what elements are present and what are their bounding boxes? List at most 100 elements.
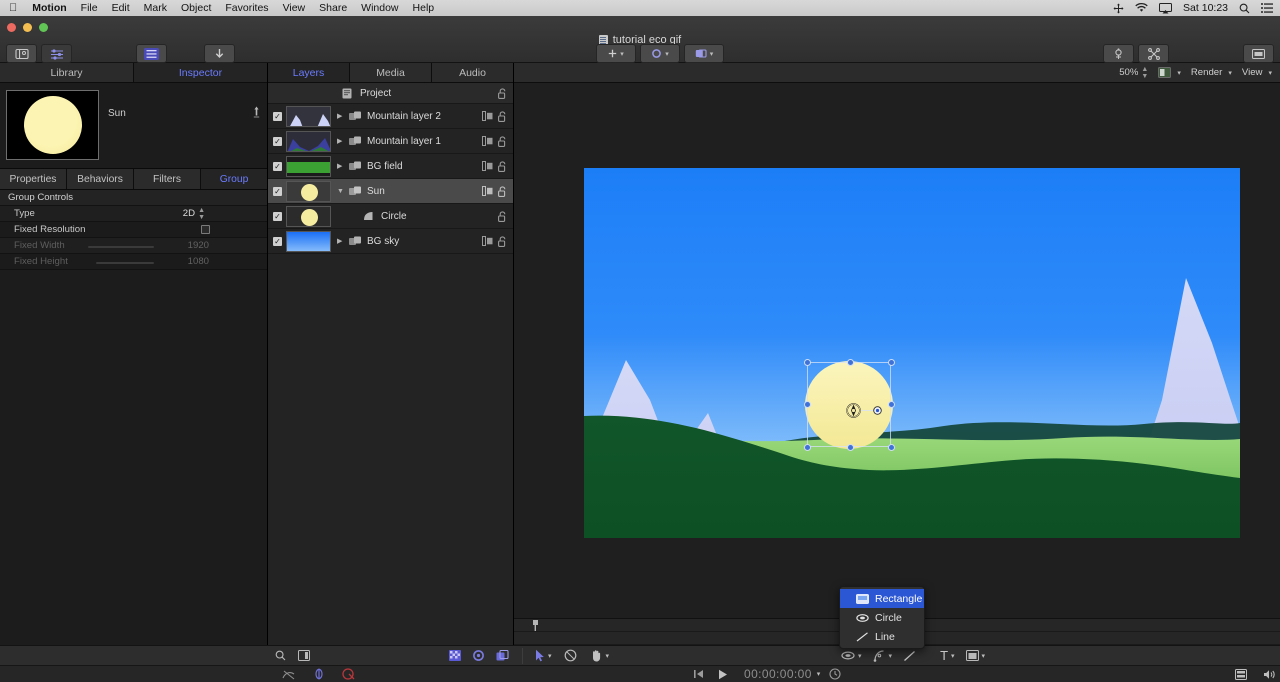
hud-button[interactable]: HUD: [1243, 44, 1274, 103]
layer-row-mountain-layer-2[interactable]: ✓ ▶ Mountain layer 2: [268, 104, 513, 129]
view-menu[interactable]: View ▾: [1242, 67, 1272, 78]
menu-clock[interactable]: Sat 10:23: [1183, 2, 1228, 14]
zoom-level-control[interactable]: 50% ▲ ▼: [1119, 66, 1148, 80]
search-icon[interactable]: [1239, 3, 1250, 14]
dropzone-icon[interactable]: [482, 136, 493, 146]
filters-button[interactable]: ▾ Filters: [684, 44, 724, 103]
no-preview-icon[interactable]: [282, 669, 296, 680]
pin-icon[interactable]: [252, 106, 261, 120]
control-center-icon[interactable]: [1261, 3, 1273, 13]
add-object-button[interactable]: ▾ Add Object: [596, 44, 638, 103]
chevron-down-icon[interactable]: ▾: [1177, 69, 1181, 77]
chevron-down-icon[interactable]: ▾: [548, 652, 552, 660]
lock-open-icon[interactable]: [498, 235, 507, 247]
chevron-down-icon[interactable]: ▾: [951, 652, 955, 660]
chevron-down-icon[interactable]: ▾: [1228, 69, 1232, 77]
dropzone-icon[interactable]: [482, 111, 493, 121]
lock-open-icon[interactable]: [498, 185, 507, 197]
menu-window[interactable]: Window: [354, 0, 405, 16]
tab-group[interactable]: Group: [201, 169, 267, 189]
property-row-fixed-resolution[interactable]: Fixed Resolution: [0, 222, 267, 238]
disclosure-triangle-icon[interactable]: ▶: [337, 112, 349, 120]
mask-ellipse-icon[interactable]: [841, 650, 855, 661]
bezier-pen-icon[interactable]: [873, 649, 886, 662]
apple-logo-icon[interactable]: : [0, 2, 25, 14]
close-window-button[interactable]: [7, 23, 16, 32]
resize-handle-bottom-left[interactable]: [804, 444, 811, 451]
lock-open-icon[interactable]: [498, 160, 507, 172]
chevron-down-icon[interactable]: ▾: [1268, 69, 1272, 77]
channel-swatch-button[interactable]: ▾: [1158, 67, 1181, 78]
anchor-point-icon[interactable]: [846, 403, 861, 418]
popup-item-line[interactable]: Line: [840, 627, 924, 646]
move-icon[interactable]: [1113, 3, 1124, 14]
menu-help[interactable]: Help: [406, 0, 442, 16]
transform-tool-icon[interactable]: [564, 649, 577, 662]
property-value-type[interactable]: 2D ▲ ▼: [183, 207, 267, 221]
airplay-icon[interactable]: [1159, 2, 1173, 14]
line-tool-icon[interactable]: [903, 650, 916, 662]
behaviors-button[interactable]: ▾ Behaviors: [640, 44, 680, 103]
search-icon[interactable]: [275, 650, 286, 661]
chevron-down-icon[interactable]: ▾: [606, 652, 610, 660]
tab-inspector[interactable]: Inspector: [134, 63, 267, 82]
layer-visibility-checkbox[interactable]: ✓: [273, 161, 282, 171]
chevron-down-icon[interactable]: ▾: [858, 652, 862, 660]
layer-row-project[interactable]: Project: [268, 83, 513, 104]
timeline-toggle-icon[interactable]: [1235, 668, 1248, 680]
menu-object[interactable]: Object: [174, 0, 218, 16]
layer-visibility-checkbox[interactable]: ✓: [273, 236, 282, 246]
stepper-icon[interactable]: ▲ ▼: [1141, 66, 1148, 80]
lock-open-icon[interactable]: [498, 135, 507, 147]
lock-open-icon[interactable]: [498, 110, 507, 122]
checkerboard-icon[interactable]: [449, 650, 461, 661]
timecode-display[interactable]: 00:00:00:00: [744, 667, 812, 681]
menu-favorites[interactable]: Favorites: [218, 0, 275, 16]
property-row-type[interactable]: Type 2D ▲ ▼: [0, 206, 267, 222]
disclosure-triangle-icon[interactable]: ▶: [337, 137, 349, 145]
disclosure-triangle-icon[interactable]: ▶: [337, 162, 349, 170]
layer-row-mountain-layer-1[interactable]: ✓ ▶ Mountain layer 1: [268, 129, 513, 154]
layer-row-bg-sky[interactable]: ✓ ▶ BG sky: [268, 229, 513, 254]
maximize-window-button[interactable]: [39, 23, 48, 32]
library-button[interactable]: Library: [6, 44, 37, 103]
project-pane-button[interactable]: Project Pane: [128, 44, 178, 103]
disclosure-triangle-icon[interactable]: ▶: [337, 237, 349, 245]
color-wheel-icon[interactable]: [473, 650, 484, 661]
loop-icon[interactable]: [313, 668, 325, 680]
play-icon[interactable]: [718, 669, 728, 680]
layers-toggle-icon[interactable]: [496, 650, 509, 661]
select-arrow-icon[interactable]: [535, 649, 545, 662]
layout-icon[interactable]: [298, 650, 310, 661]
resize-handle-bottom-center[interactable]: [847, 444, 854, 451]
chevron-down-icon[interactable]: ▾: [620, 50, 624, 58]
stepper-icon[interactable]: ▲ ▼: [198, 207, 205, 221]
layer-row-bg-field[interactable]: ✓ ▶ BG field: [268, 154, 513, 179]
resize-handle-top-left[interactable]: [804, 359, 811, 366]
chevron-down-icon[interactable]: ▾: [889, 652, 893, 660]
menu-motion[interactable]: Motion: [25, 0, 73, 16]
make-particles-button[interactable]: Make Particles: [1091, 44, 1148, 103]
menu-file[interactable]: File: [74, 0, 105, 16]
wifi-icon[interactable]: [1135, 3, 1148, 13]
minimize-window-button[interactable]: [23, 23, 32, 32]
tab-audio[interactable]: Audio: [432, 63, 513, 82]
chevron-down-icon[interactable]: ▾: [710, 50, 714, 58]
timecode-clock-icon[interactable]: [829, 668, 841, 680]
dropzone-icon[interactable]: [482, 161, 493, 171]
resize-handle-middle-left[interactable]: [804, 401, 811, 408]
tab-properties[interactable]: Properties: [0, 169, 67, 189]
go-to-start-icon[interactable]: [693, 669, 704, 679]
menu-mark[interactable]: Mark: [137, 0, 174, 16]
fixed-resolution-checkbox[interactable]: [201, 225, 210, 234]
resize-handle-bottom-right[interactable]: [888, 444, 895, 451]
rotation-handle-icon[interactable]: [873, 406, 882, 415]
resize-handle-top-center[interactable]: [847, 359, 854, 366]
popup-item-circle[interactable]: Circle: [840, 608, 924, 627]
menu-edit[interactable]: Edit: [105, 0, 137, 16]
audio-speaker-icon[interactable]: [1263, 669, 1276, 680]
dropzone-icon[interactable]: [482, 236, 493, 246]
tab-library[interactable]: Library: [0, 63, 134, 82]
tab-layers[interactable]: Layers: [268, 63, 350, 82]
menu-view[interactable]: View: [276, 0, 313, 16]
